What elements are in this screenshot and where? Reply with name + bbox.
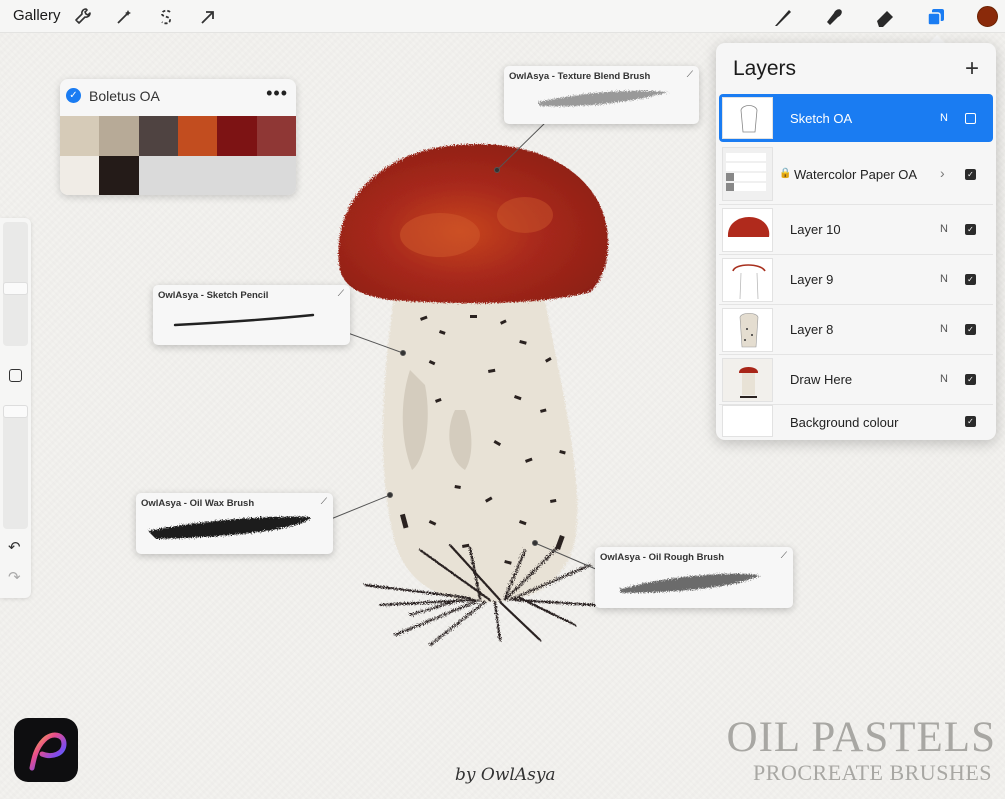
- layer-visibility-checkbox[interactable]: ✓: [965, 169, 976, 180]
- brush-card-texture-blend[interactable]: OwlAsya - Texture Blend Brush ⟋: [504, 66, 699, 124]
- selection-s-icon[interactable]: [154, 5, 178, 29]
- wrench-icon[interactable]: [71, 5, 95, 29]
- color-swatch[interactable]: [256, 116, 296, 156]
- checkmark-icon[interactable]: ✓: [66, 88, 81, 103]
- layer-thumbnail: [722, 308, 773, 352]
- blend-mode-label[interactable]: N: [940, 223, 948, 235]
- color-swatch[interactable]: [256, 156, 296, 195]
- layer-row-layer-8[interactable]: Layer 8 N ✓: [719, 305, 993, 355]
- author-byline: by OwlAsya: [455, 765, 556, 785]
- layer-visibility-checkbox[interactable]: ✓: [965, 113, 976, 124]
- layers-icon[interactable]: [924, 5, 948, 29]
- color-swatch[interactable]: [99, 116, 139, 156]
- layer-thumbnail: [722, 97, 773, 139]
- undo-icon[interactable]: ↶: [8, 540, 21, 555]
- layer-visibility-checkbox[interactable]: ✓: [965, 224, 976, 235]
- layer-name: Layer 9: [790, 272, 834, 287]
- layer-name: Layer 8: [790, 322, 834, 337]
- brush-card-oil-wax[interactable]: OwlAsya - Oil Wax Brush ⟋: [136, 493, 333, 554]
- brush-card-sketch-pencil[interactable]: OwlAsya - Sketch Pencil ⟋: [153, 285, 350, 345]
- layer-name: Watercolor Paper OA: [794, 167, 918, 182]
- layer-row-watercolor-paper-oa[interactable]: 🔒 Watercolor Paper OA › ✓: [719, 143, 993, 205]
- brush-size-slider-thumb[interactable]: [3, 282, 28, 295]
- blend-mode-label[interactable]: N: [940, 323, 948, 335]
- layer-row-layer-10[interactable]: Layer 10 N ✓: [719, 205, 993, 255]
- layer-row-layer-9[interactable]: Layer 9 N ✓: [719, 255, 993, 305]
- brush-stroke-preview: [539, 90, 669, 107]
- layer-row-draw-here[interactable]: Draw Here N ✓: [719, 355, 993, 405]
- brush-stroke-preview: [620, 573, 760, 593]
- layer-name: Background colour: [790, 415, 899, 430]
- group-thumbnail: [722, 147, 773, 201]
- layer-row-background-colour[interactable]: Background colour ✓: [719, 405, 993, 440]
- current-color-swatch[interactable]: [977, 6, 998, 27]
- smudge-icon[interactable]: [822, 5, 846, 29]
- brush-stroke-preview: [173, 313, 315, 327]
- promo-subtitle: PROCREATE BRUSHES: [753, 760, 992, 785]
- gallery-button[interactable]: Gallery: [13, 7, 61, 24]
- brush-stroke-preview: [148, 516, 311, 539]
- opacity-slider-thumb[interactable]: [3, 405, 28, 418]
- top-toolbar: Gallery: [0, 0, 1005, 33]
- layer-visibility-checkbox[interactable]: ✓: [965, 324, 976, 335]
- redo-icon[interactable]: ↷: [8, 570, 21, 585]
- blend-mode-label[interactable]: N: [940, 373, 948, 385]
- layer-row-sketch-oa[interactable]: Sketch OA N ✓: [719, 94, 993, 142]
- palette-header: ✓ Boletus OA •••: [60, 79, 296, 116]
- color-swatch[interactable]: [217, 116, 257, 156]
- layer-thumbnail: [722, 258, 773, 302]
- color-palette: ✓ Boletus OA •••: [60, 79, 296, 195]
- blend-mode-label[interactable]: N: [940, 273, 948, 285]
- palette-name: Boletus OA: [89, 88, 160, 104]
- magic-wand-icon[interactable]: [112, 5, 136, 29]
- color-swatch[interactable]: [138, 156, 178, 195]
- layer-visibility-checkbox[interactable]: ✓: [965, 374, 976, 385]
- layer-name: Sketch OA: [790, 111, 853, 126]
- color-swatch[interactable]: [217, 156, 257, 195]
- lock-icon: 🔒: [779, 168, 792, 179]
- modify-button[interactable]: [9, 369, 22, 382]
- procreate-app-icon: [14, 718, 78, 782]
- color-swatch[interactable]: [60, 116, 100, 156]
- color-swatch[interactable]: [177, 156, 218, 195]
- blend-mode-label[interactable]: N: [940, 112, 948, 124]
- swatch-row: [60, 156, 296, 195]
- swatch-row: [60, 116, 296, 156]
- layer-thumbnail: [722, 208, 773, 252]
- add-layer-button[interactable]: +: [965, 55, 979, 83]
- layer-name: Layer 10: [790, 222, 841, 237]
- color-swatch[interactable]: [138, 116, 178, 156]
- layer-visibility-checkbox[interactable]: ✓: [965, 416, 976, 427]
- layer-visibility-checkbox[interactable]: ✓: [965, 274, 976, 285]
- background-colour-swatch: [722, 405, 773, 437]
- layer-thumbnail: [722, 358, 773, 402]
- brush-card-oil-rough[interactable]: OwlAsya - Oil Rough Brush ⟋: [595, 547, 793, 608]
- brush-icon[interactable]: [771, 5, 795, 29]
- promo-title: OIL PASTELS: [726, 714, 996, 761]
- chevron-right-icon[interactable]: ›: [940, 165, 945, 181]
- color-swatch[interactable]: [99, 156, 139, 195]
- layer-name: Draw Here: [790, 372, 853, 387]
- eraser-icon[interactable]: [873, 5, 897, 29]
- transform-arrow-icon[interactable]: [196, 5, 220, 29]
- more-options-icon[interactable]: •••: [266, 83, 288, 104]
- color-swatch[interactable]: [177, 116, 218, 156]
- color-swatch[interactable]: [60, 156, 100, 195]
- layers-panel: Layers + Sketch OA N ✓ 🔒 Watercolor Pape…: [716, 43, 996, 440]
- layers-title: Layers: [733, 57, 797, 80]
- left-sidebar: ↶ ↷: [0, 218, 31, 598]
- opacity-slider[interactable]: [3, 405, 28, 529]
